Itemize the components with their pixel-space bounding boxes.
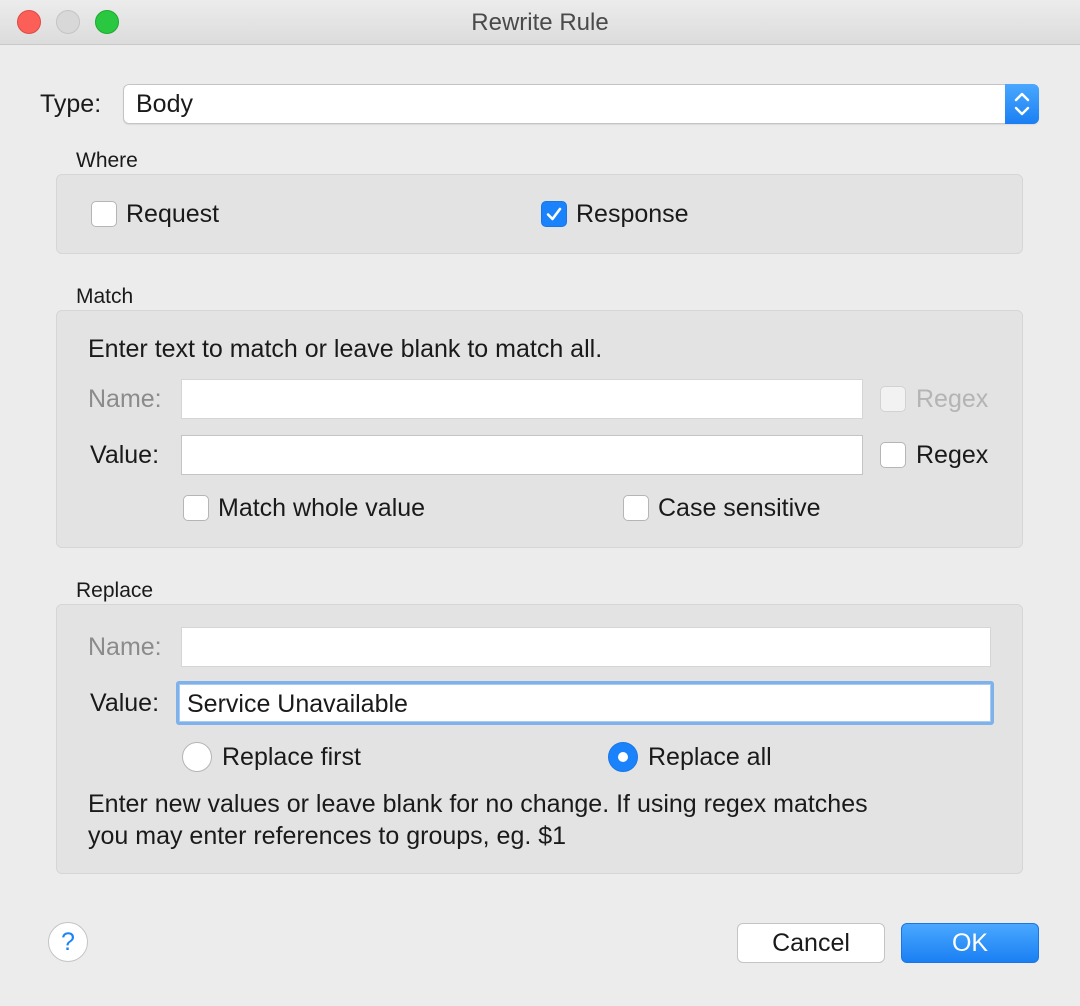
select-stepper-icon [1005, 84, 1039, 124]
replace-first-label: Replace first [222, 743, 361, 771]
match-instructions: Enter text to match or leave blank to ma… [88, 335, 603, 363]
replace-all-radio[interactable] [608, 742, 638, 772]
help-button[interactable]: ? [48, 922, 88, 962]
where-section-title: Where [76, 149, 138, 172]
replace-name-field[interactable] [181, 627, 991, 667]
replace-section-title: Replace [76, 579, 154, 602]
match-whole-value-label: Match whole value [218, 494, 426, 522]
match-value-field[interactable] [181, 435, 863, 475]
match-value-label: Value: [90, 441, 160, 469]
type-label: Type: [40, 90, 102, 118]
match-section-title: Match [76, 285, 134, 308]
checkmark-icon [546, 207, 562, 221]
match-value-regex-label: Regex [916, 441, 989, 469]
type-select[interactable]: Body [123, 84, 1039, 124]
radio-selected-dot-icon [618, 752, 628, 762]
replace-name-label: Name: [88, 633, 162, 661]
replace-help-line-1: Enter new values or leave blank for no c… [88, 790, 868, 818]
replace-first-radio[interactable] [182, 742, 212, 772]
replace-value-text: Service Unavailable [187, 690, 408, 718]
case-sensitive-label: Case sensitive [658, 494, 821, 522]
ok-button[interactable]: OK [901, 923, 1039, 963]
request-label: Request [126, 200, 220, 228]
replace-help-text: Enter new values or leave blank for no c… [88, 788, 868, 852]
response-label: Response [576, 200, 689, 228]
cancel-button[interactable]: Cancel [737, 923, 885, 963]
match-value-regex-checkbox[interactable] [880, 442, 906, 468]
match-name-regex-checkbox[interactable] [880, 386, 906, 412]
window-title: Rewrite Rule [471, 9, 609, 36]
replace-value-field[interactable]: Service Unavailable [176, 681, 994, 725]
match-whole-value-checkbox[interactable] [183, 495, 209, 521]
replace-help-line-2: you may enter references to groups, eg. … [88, 822, 567, 850]
request-checkbox[interactable] [91, 201, 117, 227]
match-name-label: Name: [88, 385, 162, 413]
type-selected-value: Body [136, 90, 193, 118]
match-name-field[interactable] [181, 379, 863, 419]
title-bar: Rewrite Rule [0, 0, 1080, 45]
replace-all-label: Replace all [648, 743, 772, 771]
case-sensitive-checkbox[interactable] [623, 495, 649, 521]
match-name-regex-label: Regex [916, 385, 989, 413]
response-checkbox[interactable] [541, 201, 567, 227]
replace-value-label: Value: [90, 689, 160, 717]
